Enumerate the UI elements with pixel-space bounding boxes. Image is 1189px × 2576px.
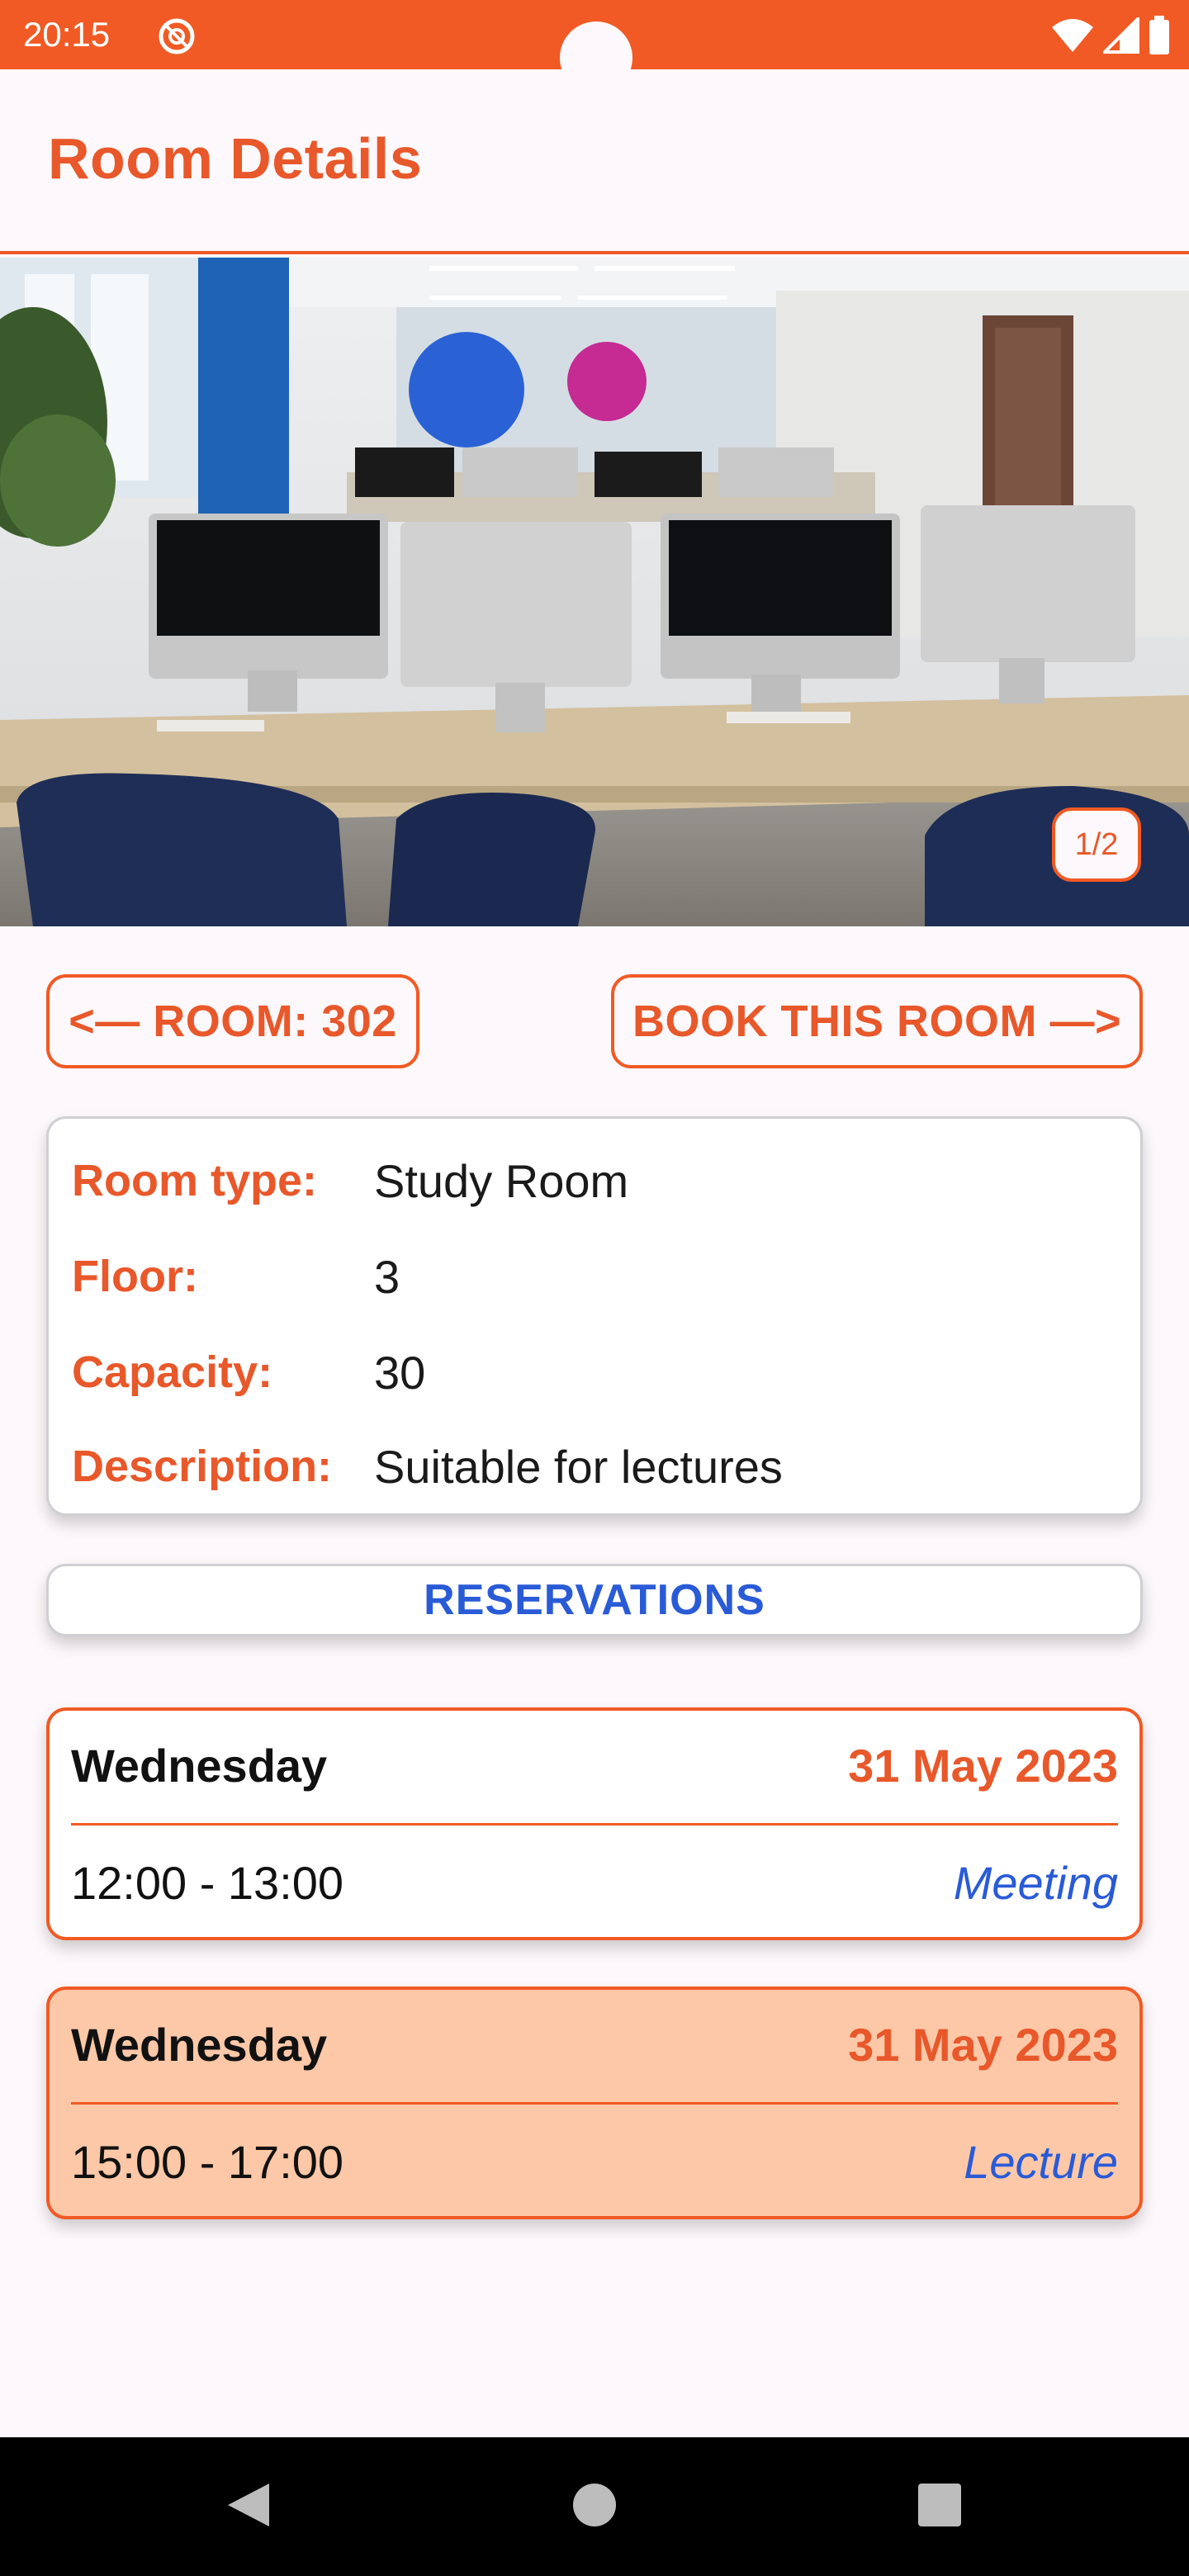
reservation-day: Wednesday (71, 1740, 328, 1792)
reservation-card-highlighted[interactable]: Wednesday 31 May 2023 15:00 - 17:00 Lect… (46, 1986, 1143, 2219)
info-label: Room type: (72, 1156, 317, 1205)
empty-area (0, 2239, 1189, 2437)
home-icon[interactable] (568, 2479, 621, 2531)
battery-icon (1149, 16, 1169, 54)
reservation-date: 31 May 2023 (848, 2019, 1118, 2071)
reservation-divider (71, 2102, 1118, 2105)
back-icon[interactable] (223, 2479, 276, 2531)
status-bar: 20:15 (0, 0, 1189, 94)
room-photo-illustration (0, 258, 1189, 926)
reservation-day: Wednesday (71, 2019, 328, 2071)
signal-icon (1103, 17, 1139, 54)
info-value: Suitable for lectures (374, 1440, 783, 1493)
reservation-time: 12:00 - 13:00 (71, 1857, 344, 1909)
info-label: Capacity: (72, 1347, 273, 1397)
wifi-icon (1052, 19, 1093, 52)
reservation-date: 31 May 2023 (848, 1740, 1118, 1792)
recents-icon[interactable] (913, 2479, 966, 2531)
reservation-type: Lecture (964, 2136, 1118, 2188)
do-not-disturb-icon (159, 18, 195, 54)
reservation-type: Meeting (953, 1857, 1118, 1909)
info-label: Floor: (72, 1252, 198, 1301)
status-time: 20:15 (23, 15, 111, 54)
room-info-card: Room type: Study Room Floor: 3 Capacity:… (46, 1116, 1143, 1516)
info-value: 3 (374, 1250, 400, 1303)
image-counter: 1/2 (1052, 807, 1141, 882)
info-row-room-type: Room type: Study Room (72, 1152, 628, 1210)
previous-room-button[interactable]: <— ROOM: 302 (46, 974, 419, 1068)
reservations-header[interactable]: RESERVATIONS (46, 1564, 1143, 1636)
status-icons (1050, 15, 1171, 56)
info-label: Description: (72, 1442, 333, 1491)
book-room-button[interactable]: BOOK THIS ROOM —> (611, 974, 1143, 1068)
reservation-card[interactable]: Wednesday 31 May 2023 12:00 - 13:00 Meet… (46, 1707, 1143, 1940)
system-nav-bar (0, 2437, 1189, 2576)
info-value: Study Room (374, 1154, 629, 1207)
reservation-divider (71, 1823, 1118, 1825)
room-photo[interactable]: 1/2 (0, 258, 1189, 926)
reservation-time: 15:00 - 17:00 (71, 2136, 344, 2188)
info-row-floor: Floor: 3 (72, 1248, 400, 1305)
info-row-description: Description: Suitable for lectures (72, 1437, 783, 1495)
info-row-capacity: Capacity: 30 (72, 1343, 425, 1401)
info-value: 30 (374, 1346, 426, 1399)
app-bar: Room Details (0, 69, 1189, 254)
page-title: Room Details (48, 126, 423, 191)
